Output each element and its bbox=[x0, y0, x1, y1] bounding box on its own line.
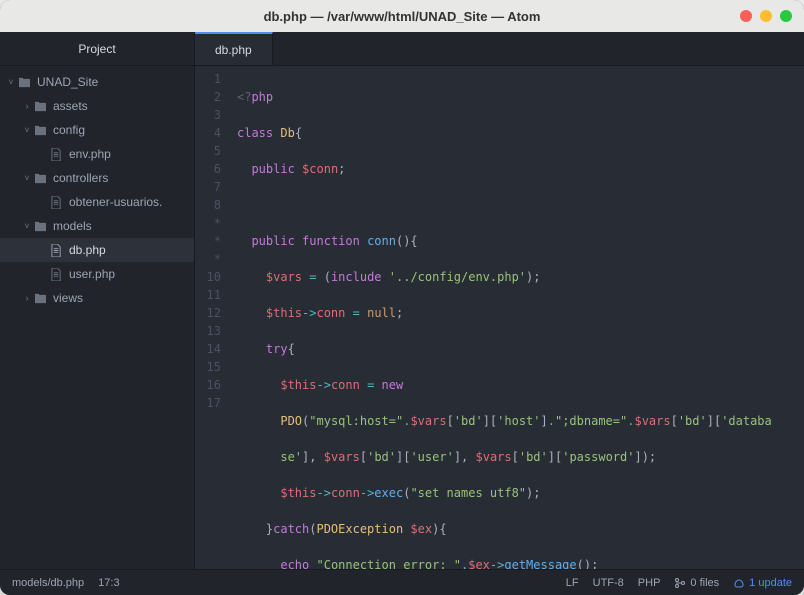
git-icon bbox=[674, 577, 686, 589]
tree-file-env[interactable]: env.php bbox=[0, 142, 194, 166]
folder-icon bbox=[32, 173, 48, 184]
chevron-down-icon: ˅ bbox=[22, 221, 32, 231]
workspace: Project ˅ UNAD_Site › assets ˅ config bbox=[0, 32, 804, 569]
tree-label: assets bbox=[53, 99, 88, 113]
tree-label: obtener-usuarios. bbox=[69, 195, 162, 209]
tree-label: config bbox=[53, 123, 85, 137]
chevron-right-icon: › bbox=[22, 293, 32, 303]
chevron-down-icon: ˅ bbox=[22, 173, 32, 183]
tree-folder-models[interactable]: ˅ models bbox=[0, 214, 194, 238]
file-icon bbox=[48, 244, 64, 257]
window-title: db.php — /var/www/html/UNAD_Site — Atom bbox=[264, 9, 541, 24]
statusbar: models/db.php 17:3 LF UTF-8 PHP 0 files … bbox=[0, 569, 804, 595]
status-path[interactable]: models/db.php bbox=[12, 577, 84, 589]
maximize-icon[interactable] bbox=[780, 10, 792, 22]
file-icon bbox=[48, 268, 64, 281]
tree-label: env.php bbox=[69, 147, 111, 161]
gutter: 12345678***1011121314151617 bbox=[195, 66, 231, 569]
tree-label: models bbox=[53, 219, 92, 233]
status-update[interactable]: 1 update bbox=[733, 577, 792, 589]
folder-icon bbox=[32, 221, 48, 232]
code-content[interactable]: <?php class Db{ public $conn; public fun… bbox=[231, 66, 804, 569]
status-encoding[interactable]: UTF-8 bbox=[593, 577, 624, 589]
tree-label: controllers bbox=[53, 171, 108, 185]
close-icon[interactable] bbox=[740, 10, 752, 22]
status-git-files[interactable]: 0 files bbox=[674, 577, 719, 589]
squirrel-icon bbox=[733, 577, 745, 589]
folder-icon bbox=[32, 293, 48, 304]
tree-folder-config[interactable]: ˅ config bbox=[0, 118, 194, 142]
tree-label: user.php bbox=[69, 267, 115, 281]
editor-area: db.php 12345678***1011121314151617 <?php… bbox=[194, 32, 804, 569]
folder-icon bbox=[32, 125, 48, 136]
folder-icon bbox=[32, 101, 48, 112]
status-files-label: 0 files bbox=[690, 577, 719, 589]
tree-file-db[interactable]: db.php bbox=[0, 238, 194, 262]
tree-label: UNAD_Site bbox=[37, 75, 98, 89]
minimize-icon[interactable] bbox=[760, 10, 772, 22]
titlebar: db.php — /var/www/html/UNAD_Site — Atom bbox=[0, 0, 804, 32]
tree-root[interactable]: ˅ UNAD_Site bbox=[0, 70, 194, 94]
status-cursor[interactable]: 17:3 bbox=[98, 577, 119, 589]
chevron-down-icon: ˅ bbox=[6, 77, 16, 87]
file-tree: ˅ UNAD_Site › assets ˅ config env.php bbox=[0, 66, 194, 569]
tree-file-user[interactable]: user.php bbox=[0, 262, 194, 286]
window-controls bbox=[740, 10, 792, 22]
app-window: db.php — /var/www/html/UNAD_Site — Atom … bbox=[0, 0, 804, 595]
status-line-ending[interactable]: LF bbox=[566, 577, 579, 589]
sidebar-tab-project[interactable]: Project bbox=[0, 32, 194, 66]
code-editor[interactable]: 12345678***1011121314151617 <?php class … bbox=[195, 66, 804, 569]
chevron-right-icon: › bbox=[22, 101, 32, 111]
tree-file-obtener[interactable]: obtener-usuarios. bbox=[0, 190, 194, 214]
file-icon bbox=[48, 148, 64, 161]
folder-icon bbox=[16, 77, 32, 88]
tree-folder-assets[interactable]: › assets bbox=[0, 94, 194, 118]
tree-label: db.php bbox=[69, 243, 106, 257]
tree-label: views bbox=[53, 291, 83, 305]
sidebar: Project ˅ UNAD_Site › assets ˅ config bbox=[0, 32, 194, 569]
tree-folder-controllers[interactable]: ˅ controllers bbox=[0, 166, 194, 190]
tab-db[interactable]: db.php bbox=[195, 32, 273, 65]
tabs: db.php bbox=[195, 32, 804, 66]
status-language[interactable]: PHP bbox=[638, 577, 661, 589]
status-update-label: 1 update bbox=[749, 577, 792, 589]
chevron-down-icon: ˅ bbox=[22, 125, 32, 135]
file-icon bbox=[48, 196, 64, 209]
tree-folder-views[interactable]: › views bbox=[0, 286, 194, 310]
